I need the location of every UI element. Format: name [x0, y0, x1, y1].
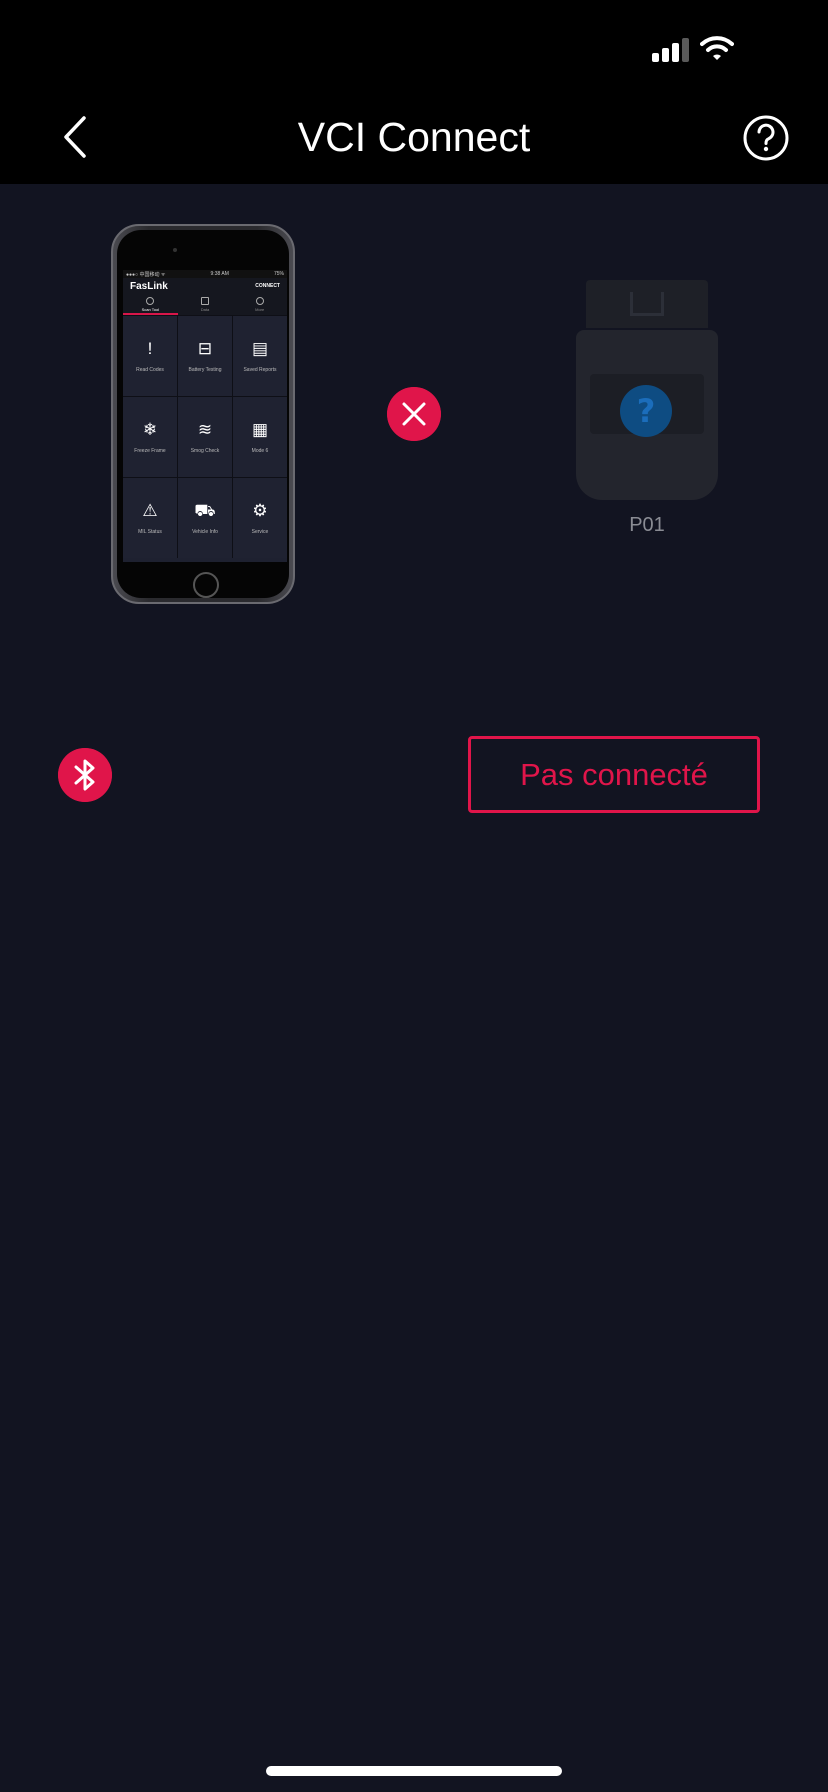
wifi-icon: [700, 36, 734, 60]
mil-icon: ⚠: [142, 501, 158, 520]
disconnected-x-icon: [387, 387, 441, 441]
phone-tab-label: Data: [200, 307, 210, 312]
phone-screen: ●●●○ 中国移动 ᯤ 9:38 AM 75% FasLink CONNECT …: [123, 270, 287, 562]
navigation-bar: VCI Connect: [0, 90, 828, 184]
cellular-signal-icon: [652, 38, 690, 62]
phone-grid-cell: ❄ Freeze Frame: [123, 397, 177, 477]
phone-body: ●●●○ 中国移动 ᯤ 9:38 AM 75% FasLink CONNECT …: [117, 230, 289, 598]
phone-grid-label: Vehicle Info: [192, 529, 218, 535]
phone-tab: Scan Tool: [123, 294, 178, 315]
phone-grid-cell: ! Read Codes: [123, 316, 177, 396]
phone-function-grid: ! Read Codes ⊟ Battery Testing ▤ Saved Repo…: [123, 315, 287, 558]
obd-plug-notch: [630, 292, 664, 316]
more-icon: [255, 297, 264, 305]
snowflake-icon: ❄: [142, 420, 158, 439]
mode6-icon: ▦: [251, 420, 269, 439]
phone-app-header: FasLink CONNECT: [123, 278, 287, 294]
service-icon: ⚙: [252, 501, 268, 520]
phone-tabs: Scan Tool Data More: [123, 294, 287, 315]
phone-grid-label: Freeze Frame: [134, 448, 166, 454]
home-indicator[interactable]: [266, 1766, 562, 1776]
phone-tab: Data: [178, 294, 233, 313]
phone-grid-cell: ▤ Saved Reports: [233, 316, 287, 396]
battery-icon: ⊟: [197, 339, 213, 358]
phone-tab-label: More: [255, 307, 265, 312]
smog-icon: ≋: [197, 420, 213, 439]
phone-grid-label: Saved Reports: [243, 367, 277, 373]
obd-device-illustration: ?: [576, 280, 718, 500]
phone-grid-cell: ⚠ MIL Status: [123, 478, 177, 558]
report-icon: ▤: [251, 339, 269, 358]
phone-carrier: ●●●○ 中国移动 ᯤ: [126, 272, 166, 278]
phone-status-bar: ●●●○ 中国移动 ᯤ 9:38 AM 75%: [123, 270, 287, 278]
phone-grid-cell: ⊟ Battery Testing: [178, 316, 232, 396]
phone-app-title: FasLink: [130, 280, 168, 292]
vehicle-icon: ⛟: [194, 501, 216, 520]
phone-connect-label: CONNECT: [255, 283, 280, 289]
phone-battery: 75%: [273, 271, 284, 277]
phone-home-button: [193, 572, 219, 598]
help-button[interactable]: [742, 114, 790, 162]
phone-grid-label: Battery Testing: [188, 367, 222, 373]
obd-body: ?: [576, 330, 718, 500]
obd-plug: [586, 280, 708, 328]
phone-grid-label: Service: [251, 529, 269, 535]
page-title: VCI Connect: [297, 114, 531, 160]
status-bar: [0, 0, 828, 90]
data-icon: [201, 297, 209, 305]
phone-grid-label: Smog Check: [190, 448, 220, 454]
phone-illustration: ●●●○ 中国移动 ᯤ 9:38 AM 75% FasLink CONNECT …: [111, 224, 295, 604]
phone-grid-cell: ⚙ Service: [233, 478, 287, 558]
phone-grid-cell: ▦ Mode 6: [233, 397, 287, 477]
phone-time: 9:38 AM: [210, 271, 229, 277]
connection-status-button[interactable]: Pas connecté: [468, 736, 760, 813]
scan-icon: [146, 297, 155, 305]
phone-camera: [173, 248, 177, 252]
phone-grid-cell: ≋ Smog Check: [178, 397, 232, 477]
phone-grid-label: Read Codes: [136, 367, 164, 373]
phone-grid-label: MIL Status: [138, 529, 162, 535]
phone-grid-cell: ⛟ Vehicle Info: [178, 478, 232, 558]
phone-tab-label: Scan Tool: [141, 307, 160, 312]
help-icon: [743, 115, 789, 161]
phone-grid-label: Mode 6: [251, 448, 269, 454]
unknown-device-icon: ?: [620, 385, 672, 437]
device-model-label: P01: [629, 514, 665, 536]
bluetooth-icon: [58, 748, 112, 802]
phone-tab: More: [232, 294, 287, 313]
read-codes-icon: !: [147, 339, 153, 358]
